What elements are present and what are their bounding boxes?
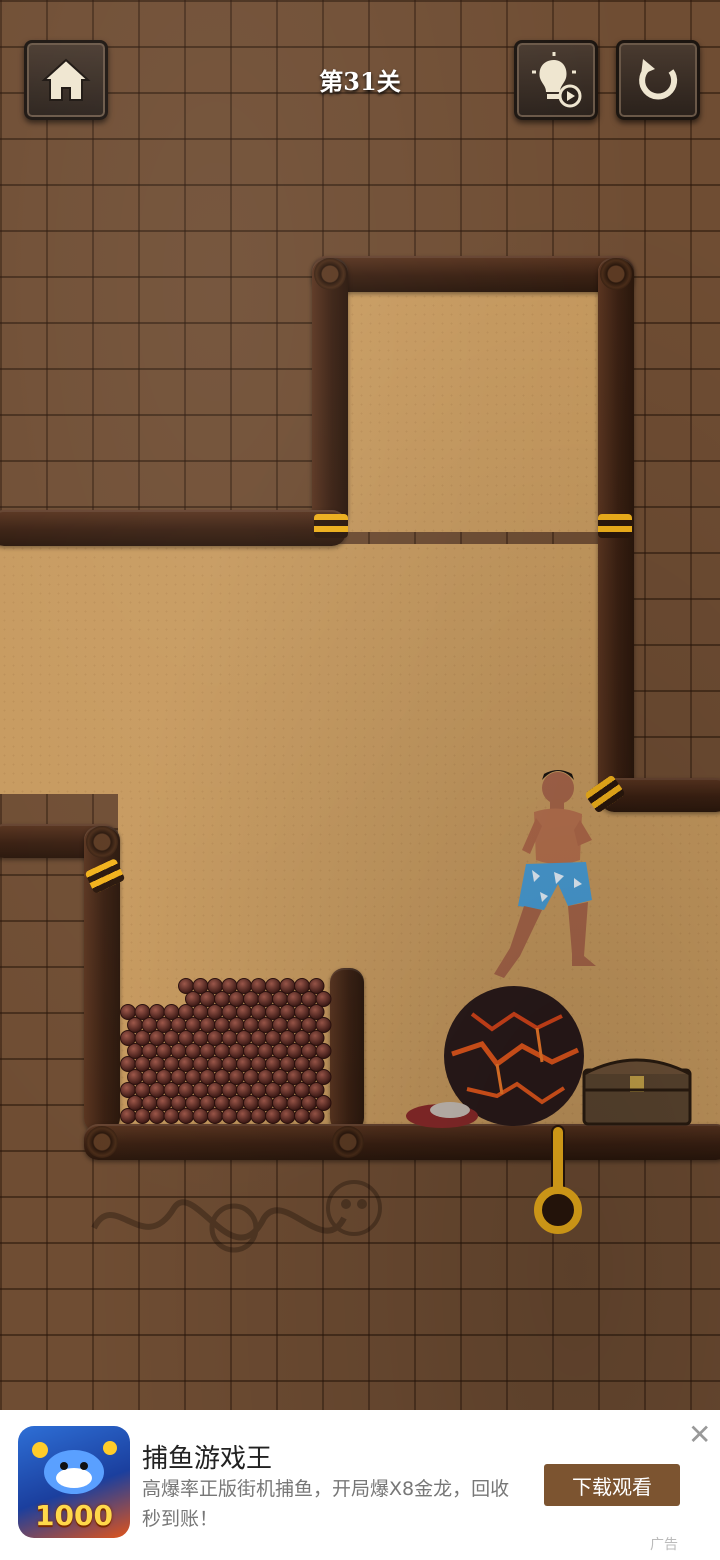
mine-ball	[294, 978, 310, 994]
ad-title[interactable]: 捕鱼游戏王	[142, 1438, 272, 1475]
mine-balls-pile	[120, 978, 332, 1124]
mine-ball	[178, 978, 194, 994]
mine-ball	[265, 978, 281, 994]
upper-chamber	[348, 292, 600, 532]
ad-banner[interactable]: 1000 捕鱼游戏王 高爆率正版街机捕鱼，开局爆X8金龙，回收秒到账！ 下载观看…	[0, 1410, 720, 1560]
close-icon[interactable]: ✕	[688, 1418, 711, 1451]
restart-icon	[639, 59, 678, 100]
mine-ball	[120, 1004, 136, 1020]
log-knot	[86, 1126, 118, 1158]
game-stage: 第31关	[0, 0, 720, 1410]
vertical-pull-pin[interactable]	[530, 1124, 586, 1234]
level-title: 第31关	[319, 67, 401, 96]
defeated-creature	[406, 1102, 478, 1128]
pull-pin[interactable]	[314, 514, 348, 538]
hero-character	[494, 770, 596, 978]
ad-app-icon[interactable]: 1000	[18, 1426, 130, 1538]
ad-description: 高爆率正版街机捕鱼，开局爆X8金龙，回收秒到账！	[142, 1478, 510, 1530]
mine-ball	[250, 978, 267, 994]
pull-pin[interactable]	[598, 514, 632, 538]
mine-ball	[192, 978, 209, 994]
ad-icon-number: 1000	[35, 1499, 113, 1532]
log-divider	[330, 968, 364, 1132]
mine-ball	[207, 978, 223, 994]
lightbulb-video-icon	[532, 52, 582, 108]
treasure-chest	[582, 1058, 692, 1126]
mine-ball	[134, 1004, 151, 1020]
mine-ball	[163, 1004, 180, 1020]
hint-button[interactable]	[514, 40, 598, 120]
log-knot	[600, 258, 632, 290]
log-left-ledge	[0, 510, 346, 546]
log-top	[312, 256, 634, 292]
mine-ball	[149, 1004, 165, 1020]
log-upper-left	[312, 258, 348, 528]
ad-download-button[interactable]: 下载观看	[544, 1464, 680, 1506]
log-knot	[332, 1126, 364, 1158]
log-knot	[86, 826, 118, 858]
mine-ball	[279, 978, 296, 994]
restart-button[interactable]	[616, 40, 700, 120]
x8-graffiti-decoration	[91, 1180, 382, 1253]
mine-ball	[308, 978, 325, 994]
log-knot	[314, 258, 346, 290]
mine-ball	[221, 978, 238, 994]
ad-label: 广告	[650, 1537, 678, 1553]
middle-chamber	[0, 544, 600, 794]
mine-ball	[236, 978, 252, 994]
